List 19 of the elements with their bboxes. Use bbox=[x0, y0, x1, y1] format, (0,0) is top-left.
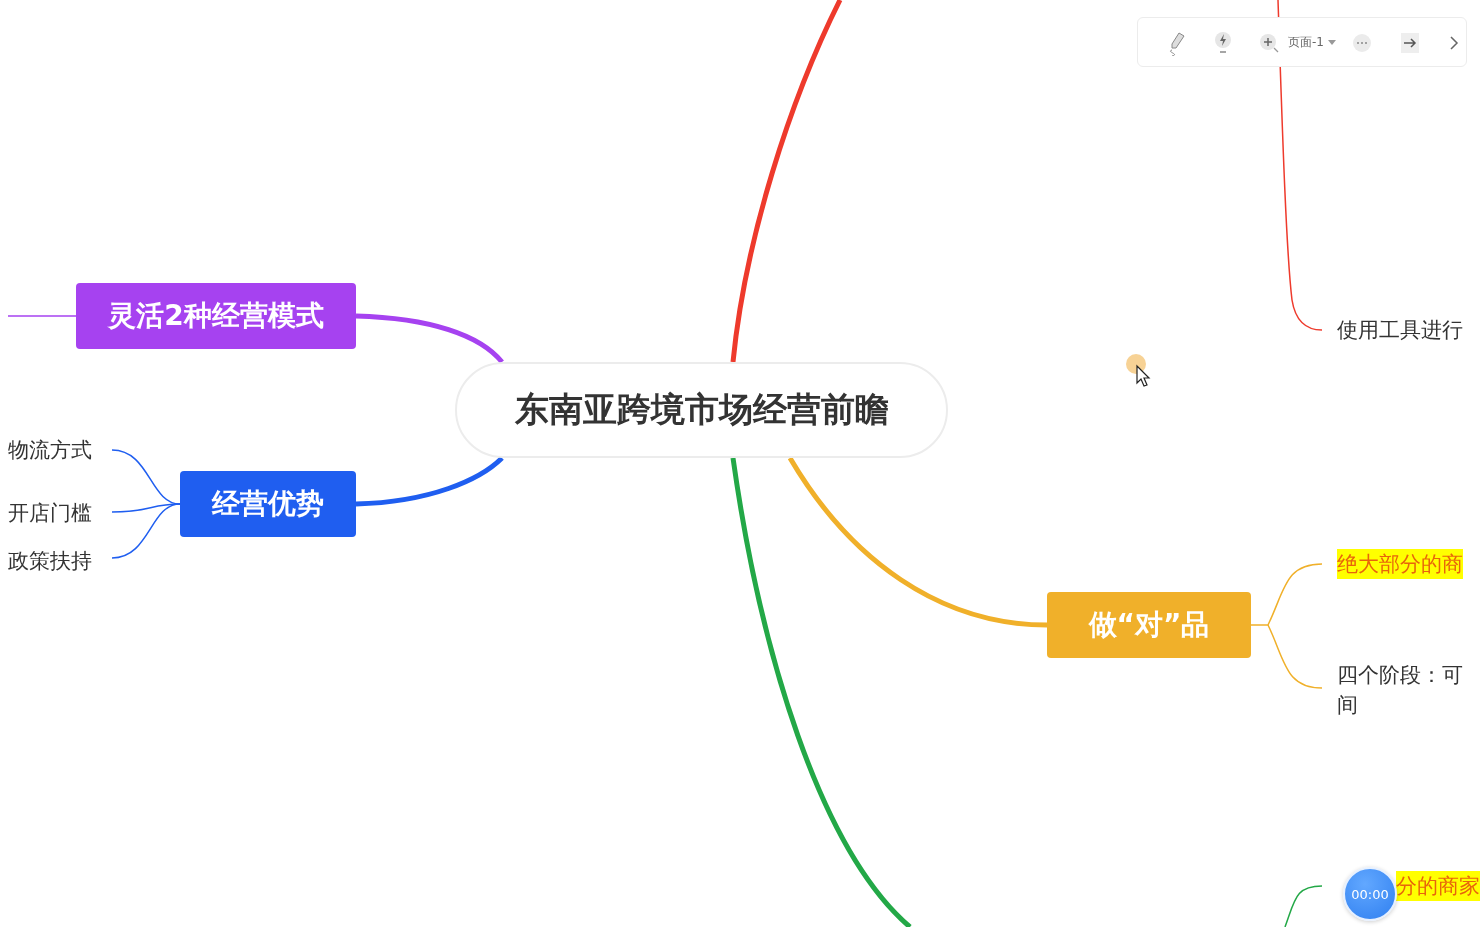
more-icon[interactable] bbox=[1352, 33, 1372, 53]
chevron-right-icon[interactable] bbox=[1449, 35, 1459, 51]
cursor-icon bbox=[1126, 353, 1152, 387]
connector-line bbox=[1284, 885, 1323, 927]
central-topic[interactable]: 东南亚跨境市场经营前瞻 bbox=[455, 362, 948, 458]
page-selector[interactable]: 页面-1 bbox=[1288, 34, 1336, 51]
caret-icon bbox=[1327, 40, 1336, 46]
lightning-icon[interactable] bbox=[1213, 30, 1233, 56]
subtopic-text[interactable]: 开店门槛 bbox=[8, 498, 92, 528]
subtopic-text[interactable]: 四个阶段：可间 bbox=[1337, 660, 1469, 720]
subtopic-text[interactable]: 使用工具进行 bbox=[1337, 315, 1463, 345]
connector-line bbox=[7, 315, 77, 317]
topic-node[interactable]: 灵活2种经营模式 bbox=[76, 283, 356, 349]
subtopic-text[interactable]: 物流方式 bbox=[8, 435, 92, 465]
zoom-in-icon[interactable] bbox=[1259, 32, 1279, 54]
arrow-right-icon[interactable] bbox=[1401, 33, 1421, 53]
subtopic-text[interactable]: 政策扶持 bbox=[8, 546, 92, 576]
topic-node[interactable]: 经营优势 bbox=[180, 471, 356, 537]
connector-line bbox=[1267, 624, 1323, 689]
